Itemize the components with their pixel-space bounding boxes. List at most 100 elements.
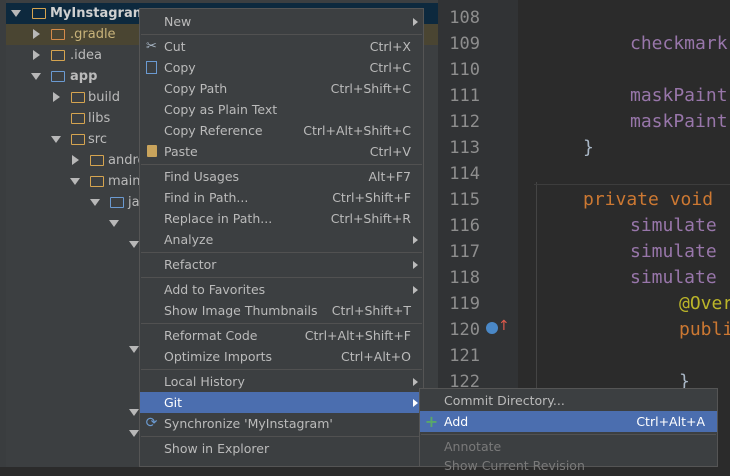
menu-separator xyxy=(141,252,422,253)
menu-item-shortcut: Ctrl+Shift+R xyxy=(330,211,411,226)
tree-item-label: .idea xyxy=(70,48,102,63)
menu-item-copy-reference[interactable]: Copy Reference Ctrl+Alt+Shift+C xyxy=(140,120,423,141)
chevron-down-icon[interactable] xyxy=(70,178,80,185)
submenu-arrow-icon xyxy=(413,18,418,26)
scissors-icon: ✂ xyxy=(146,39,157,54)
menu-item-add-to-favorites[interactable]: Add to Favorites xyxy=(140,279,423,300)
menu-item-label: Copy Reference xyxy=(164,123,263,138)
method-separator xyxy=(534,184,730,185)
menu-item-show-image-thumbnails[interactable]: Show Image Thumbnails Ctrl+Shift+T xyxy=(140,300,423,321)
submenu-item-add[interactable]: + Add Ctrl+Alt+A xyxy=(420,411,717,432)
menu-item-shortcut: Ctrl+V xyxy=(369,144,411,159)
menu-item-shortcut: Ctrl+Shift+F xyxy=(332,190,411,205)
menu-item-optimize-imports[interactable]: Optimize Imports Ctrl+Alt+O xyxy=(140,346,423,367)
code-line-113: } xyxy=(583,137,594,158)
chevron-down-icon[interactable] xyxy=(129,430,139,437)
menu-item-show-in-explorer[interactable]: Show in Explorer xyxy=(140,438,423,459)
code-line-111: maskPaint xyxy=(630,85,728,106)
menu-item-copy[interactable]: Copy Ctrl+C xyxy=(140,57,423,78)
menu-item-find-usages[interactable]: Find Usages Alt+F7 xyxy=(140,166,423,187)
chevron-right-icon[interactable] xyxy=(72,155,79,165)
code-line-116: simulate xyxy=(630,215,717,236)
menu-separator xyxy=(141,34,422,35)
code-line-117: simulate xyxy=(630,241,717,262)
chevron-down-icon[interactable] xyxy=(129,241,139,248)
line-number: 121 xyxy=(449,346,480,366)
submenu-arrow-icon xyxy=(413,286,418,294)
menu-item-find-in-path[interactable]: Find in Path... Ctrl+Shift+F xyxy=(140,187,423,208)
submenu-arrow-icon xyxy=(413,399,418,407)
submenu-arrow-icon xyxy=(413,261,418,269)
code-line-119: @Over xyxy=(679,293,730,314)
chevron-down-icon[interactable] xyxy=(31,73,41,80)
menu-item-refactor[interactable]: Refactor xyxy=(140,254,423,275)
up-arrow-icon[interactable]: ↑ xyxy=(498,319,510,333)
submenu-item-label: Annotate xyxy=(444,439,502,454)
menu-item-label: Analyze xyxy=(164,232,214,247)
line-number: 120 xyxy=(449,320,480,340)
submenu-item-show-current-revision[interactable]: Show Current Revision xyxy=(420,455,717,476)
menu-item-paste[interactable]: Paste Ctrl+V xyxy=(140,141,423,162)
menu-item-label: Refactor xyxy=(164,257,217,272)
menu-item-label: Paste xyxy=(164,144,198,159)
menu-item-copy-plain-text[interactable]: Copy as Plain Text xyxy=(140,99,423,120)
menu-item-shortcut: Ctrl+Alt+O xyxy=(341,349,411,364)
menu-item-copy-path[interactable]: Copy Path Ctrl+Shift+C xyxy=(140,78,423,99)
submenu-item-commit-directory[interactable]: Commit Directory... xyxy=(420,390,717,411)
chevron-down-icon[interactable] xyxy=(51,136,61,143)
chevron-right-icon[interactable] xyxy=(33,29,40,39)
context-menu: New ✂ Cut Ctrl+X Copy Ctrl+C Copy Path C… xyxy=(139,8,424,467)
tree-item-label: main xyxy=(108,174,141,189)
menu-item-label: Git xyxy=(164,395,183,410)
folder-icon xyxy=(51,29,65,40)
source-folder-icon xyxy=(110,197,124,208)
submenu-item-label: Commit Directory... xyxy=(444,393,565,408)
menu-item-replace-in-path[interactable]: Replace in Path... Ctrl+Shift+R xyxy=(140,208,423,229)
override-icon[interactable] xyxy=(486,322,498,334)
line-number: 109 xyxy=(449,34,480,54)
submenu-item-label: Show Current Revision xyxy=(444,458,585,473)
folder-icon xyxy=(32,8,46,19)
menu-item-shortcut: Ctrl+Alt+Shift+F xyxy=(304,328,411,343)
chevron-down-icon[interactable] xyxy=(109,220,119,227)
line-number: 116 xyxy=(449,216,480,236)
chevron-right-icon[interactable] xyxy=(53,92,60,102)
menu-separator xyxy=(141,164,422,165)
paste-icon xyxy=(144,144,159,159)
line-number: 117 xyxy=(449,242,480,262)
menu-separator xyxy=(141,277,422,278)
code-line-118: simulate xyxy=(630,267,717,288)
menu-item-label: Add to Favorites xyxy=(164,282,266,297)
line-number: 114 xyxy=(449,164,480,184)
chevron-down-icon[interactable] xyxy=(90,199,100,206)
code-line-115: private void xyxy=(583,189,714,210)
menu-item-shortcut: Alt+F7 xyxy=(368,169,411,184)
menu-item-synchronize[interactable]: ⟳ Synchronize 'MyInstagram' xyxy=(140,413,423,434)
tree-item-label: MyInstagram xyxy=(50,6,147,21)
submenu-arrow-icon xyxy=(413,378,418,386)
chevron-down-icon[interactable] xyxy=(129,346,139,353)
menu-item-label: Show Image Thumbnails xyxy=(164,303,318,318)
tree-item-label: src xyxy=(88,132,107,147)
menu-item-git[interactable]: Git xyxy=(140,392,423,413)
menu-separator xyxy=(141,436,422,437)
menu-item-new[interactable]: New xyxy=(140,11,423,32)
menu-item-local-history[interactable]: Local History xyxy=(140,371,423,392)
menu-item-label: Find Usages xyxy=(164,169,240,184)
chevron-right-icon[interactable] xyxy=(33,50,40,60)
menu-item-analyze[interactable]: Analyze xyxy=(140,229,423,250)
menu-item-reformat-code[interactable]: Reformat Code Ctrl+Alt+Shift+F xyxy=(140,325,423,346)
menu-item-label: Synchronize 'MyInstagram' xyxy=(164,416,333,431)
chevron-down-icon[interactable] xyxy=(11,10,21,17)
tree-item-label: build xyxy=(88,90,120,105)
line-number: 112 xyxy=(449,112,480,132)
code-line-112: maskPaint xyxy=(630,111,728,132)
tree-item-label: app xyxy=(70,69,98,84)
submenu-item-label: Add xyxy=(444,414,469,429)
submenu-item-annotate[interactable]: Annotate xyxy=(420,436,717,457)
chevron-down-icon[interactable] xyxy=(129,409,139,416)
menu-item-cut[interactable]: ✂ Cut Ctrl+X xyxy=(140,36,423,57)
menu-item-shortcut: Ctrl+Shift+C xyxy=(330,81,411,96)
tree-item-label: libs xyxy=(88,111,111,126)
menu-item-shortcut: Ctrl+Shift+T xyxy=(331,303,411,318)
